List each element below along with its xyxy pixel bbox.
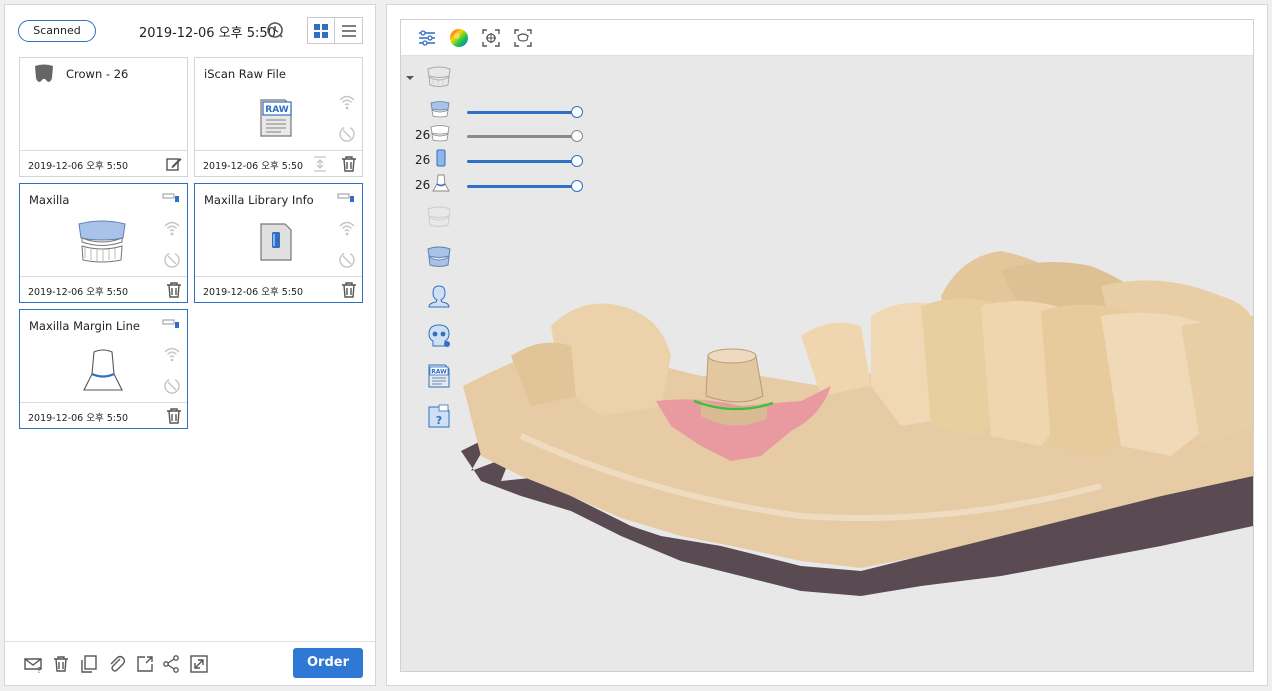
wireless-icon xyxy=(164,347,180,362)
jaw-layer-icon[interactable] xyxy=(429,124,451,142)
wireless-icon xyxy=(164,221,180,236)
card-library-info[interactable]: Maxilla Library Info 2019-12-06 오후 5:50 xyxy=(194,183,363,303)
library-info-thumbnail xyxy=(260,223,292,261)
scan-icon xyxy=(162,319,179,328)
card-footer: 2019-12-06 오후 5:50 xyxy=(20,150,187,176)
fit-view-icon[interactable] xyxy=(513,28,533,48)
mail-help-icon[interactable]: ? xyxy=(23,654,43,674)
sync-icon xyxy=(339,252,355,268)
layer-number: 26 xyxy=(415,178,431,192)
svg-text:RAW: RAW xyxy=(265,105,288,115)
status-badge[interactable]: Scanned xyxy=(18,20,96,42)
trash-icon[interactable] xyxy=(165,407,183,425)
3d-viewer[interactable]: 26 26 26 RAW ? xyxy=(400,19,1254,672)
export-icon[interactable] xyxy=(135,654,155,674)
viewer-panel: 26 26 26 RAW ? xyxy=(386,4,1268,686)
margin-layer-icon[interactable] xyxy=(431,174,451,192)
jaw-icon[interactable] xyxy=(425,64,453,88)
layer-number: 26 xyxy=(415,153,431,167)
order-button[interactable]: Order xyxy=(293,648,363,678)
case-date: 2019-12-06 오후 5:50 xyxy=(139,26,276,41)
expand-icon[interactable] xyxy=(189,654,209,674)
share-icon[interactable] xyxy=(161,654,181,674)
view-toggle xyxy=(307,17,363,44)
viewer-toolbar xyxy=(401,20,1253,56)
unknown-file-icon[interactable]: ? xyxy=(425,404,453,428)
grid-view-button[interactable] xyxy=(308,18,336,43)
card-crown[interactable]: Crown - 26 2019-12-06 오후 5:50 xyxy=(19,57,188,177)
sync-icon xyxy=(164,252,180,268)
download-icon[interactable] xyxy=(311,155,329,173)
layer-slider-knob[interactable] xyxy=(571,180,583,192)
copy-icon[interactable] xyxy=(79,654,99,674)
bottom-toolbar: ? Order xyxy=(5,641,375,685)
attach-icon[interactable] xyxy=(107,654,127,674)
edit-icon[interactable] xyxy=(165,155,183,173)
layer-slider-knob[interactable] xyxy=(571,130,583,142)
tooth-icon xyxy=(35,64,53,82)
list-view-icon xyxy=(341,24,356,37)
margin-line-thumbnail xyxy=(83,349,123,391)
layer-slider-track[interactable] xyxy=(467,135,577,138)
raw-file-thumbnail: RAW xyxy=(260,99,292,137)
wireless-icon xyxy=(339,221,355,236)
trash-icon[interactable] xyxy=(165,281,183,299)
card-title: Maxilla Library Info xyxy=(204,193,314,207)
svg-text:?: ? xyxy=(37,666,41,674)
card-date: 2019-12-06 오후 5:50 xyxy=(28,287,129,298)
card-date: 2019-12-06 오후 5:50 xyxy=(203,287,304,298)
layer-slider-track[interactable] xyxy=(467,111,577,114)
grid-view-icon xyxy=(314,23,328,38)
layer-tree: 26 26 26 RAW ? xyxy=(401,56,601,456)
card-footer: 2019-12-06 오후 5:50 xyxy=(195,276,362,302)
trash-icon[interactable] xyxy=(51,654,71,674)
card-title: Crown - 26 xyxy=(66,67,129,81)
card-maxilla[interactable]: Maxilla 2019-12-06 오후 5:50 xyxy=(19,183,188,303)
skull-icon[interactable] xyxy=(425,324,453,348)
card-margin-line[interactable]: Maxilla Margin Line 2019-12-06 오후 5:50 xyxy=(19,309,188,429)
sync-icon xyxy=(164,378,180,394)
card-title: Maxilla xyxy=(29,193,70,207)
card-title: iScan Raw File xyxy=(204,67,286,81)
card-footer: 2019-12-06 오후 5:50 xyxy=(20,402,187,428)
card-date: 2019-12-06 오후 5:50 xyxy=(203,161,304,172)
layer-slider-knob[interactable] xyxy=(571,155,583,167)
case-panel: Scanned 2019-12-06 오후 5:50 Crown - 26 20… xyxy=(4,4,376,686)
trash-icon[interactable] xyxy=(340,281,358,299)
abutment-layer-icon[interactable] xyxy=(433,149,449,167)
focus-icon[interactable] xyxy=(481,28,501,48)
mandible-icon[interactable] xyxy=(425,244,453,268)
card-title: Maxilla Margin Line xyxy=(29,319,140,333)
maxilla-thumbnail xyxy=(78,220,126,263)
card-date: 2019-12-06 오후 5:50 xyxy=(28,413,129,424)
wireless-icon xyxy=(339,95,355,110)
card-footer: 2019-12-06 오후 5:50 xyxy=(195,150,362,176)
svg-text:RAW: RAW xyxy=(431,369,447,376)
scan-icon xyxy=(162,193,179,202)
collapse-arrow-icon[interactable] xyxy=(405,74,415,82)
card-raw-file[interactable]: iScan Raw File RAW 2019-12-06 오후 5:50 xyxy=(194,57,363,177)
maxilla-layer-icon[interactable] xyxy=(429,100,451,118)
face-icon[interactable] xyxy=(425,284,453,308)
layer-number: 26 xyxy=(415,128,431,142)
sync-icon xyxy=(339,126,355,142)
trash-icon[interactable] xyxy=(340,155,358,173)
layer-slider-track[interactable] xyxy=(467,185,577,188)
card-footer: 2019-12-06 오후 5:50 xyxy=(20,276,187,302)
settings-sliders-icon[interactable] xyxy=(417,28,437,48)
svg-text:?: ? xyxy=(436,414,442,427)
card-date: 2019-12-06 오후 5:50 xyxy=(28,161,129,172)
layer-slider-track[interactable] xyxy=(467,160,577,163)
jaw-icon[interactable] xyxy=(425,204,453,228)
color-wheel-icon[interactable] xyxy=(449,28,469,48)
scan-icon xyxy=(337,193,354,202)
raw-file-icon[interactable]: RAW xyxy=(425,364,453,388)
layer-slider-knob[interactable] xyxy=(571,106,583,118)
clock-icon[interactable] xyxy=(266,21,284,39)
list-view-button[interactable] xyxy=(335,18,362,43)
